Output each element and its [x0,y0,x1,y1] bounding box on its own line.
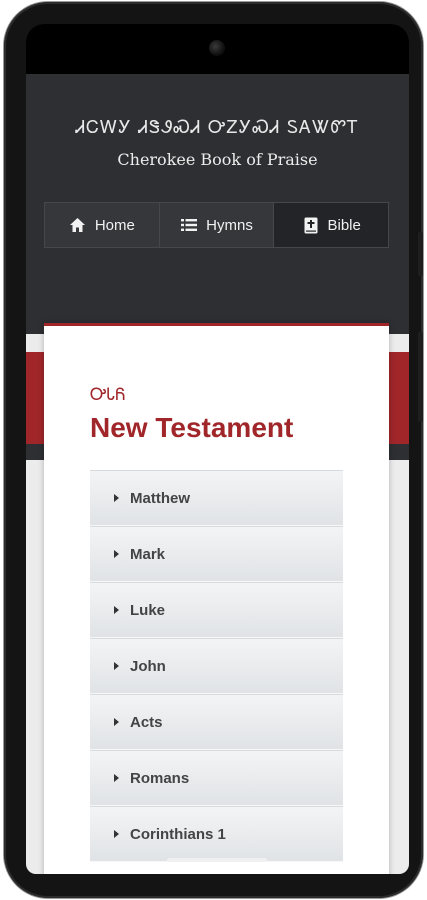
caret-right-icon [114,494,119,502]
bible-icon [302,216,320,234]
caret-right-icon [114,606,119,614]
caret-right-icon [114,774,119,782]
content-card: ᎤᏓᏲ New Testament Matthew Mark Luke John… [44,323,389,874]
home-gesture-bar[interactable] [167,858,267,862]
camera-icon [209,40,225,56]
caret-right-icon [114,830,119,838]
book-item-john[interactable]: John [90,638,343,694]
volume-button [418,332,423,422]
main-nav: Home Hymns Bible [44,202,389,248]
nav-bible[interactable]: Bible [274,203,389,247]
nav-bible-label: Bible [327,216,361,234]
power-button [418,232,423,276]
nav-home[interactable]: Home [45,203,160,247]
app-title: Cherokee Book of Praise [117,150,318,169]
nav-hymns-label: Hymns [206,216,253,234]
book-label: Romans [130,769,190,787]
list-icon [180,216,198,234]
caret-right-icon [114,550,119,558]
book-item-matthew[interactable]: Matthew [90,470,343,526]
caret-right-icon [114,662,119,670]
caret-right-icon [114,718,119,726]
phone-frame: ᏗᏟᎳᎩ ᏗᏕᏭᏍᏗ ᎤᏃᎩᏍᏗ ᏚᎪᏔᏛᎢ Cherokee Book of … [4,2,423,898]
book-label: Luke [130,601,166,619]
nav-hymns[interactable]: Hymns [160,203,275,247]
screen: ᏗᏟᎳᎩ ᏗᏕᏭᏍᏗ ᎤᏃᎩᏍᏗ ᏚᎪᏔᏛᎢ Cherokee Book of … [26,24,409,874]
nav-home-label: Home [94,216,135,234]
book-item-mark[interactable]: Mark [90,526,343,582]
book-list: Matthew Mark Luke John Acts Romans Corin… [90,470,343,862]
book-item-luke[interactable]: Luke [90,582,343,638]
status-bar [26,24,409,74]
app-title-cherokee: ᏗᏟᎳᎩ ᏗᏕᏭᏍᏗ ᎤᏃᎩᏍᏗ ᏚᎪᏔᏛᎢ [75,117,360,138]
book-label: Matthew [130,489,190,507]
book-item-corinthians-1[interactable]: Corinthians 1 [90,806,343,862]
book-item-romans[interactable]: Romans [90,750,343,806]
app-header: ᏗᏟᎳᎩ ᏗᏕᏭᏍᏗ ᎤᏃᎩᏍᏗ ᏚᎪᏔᏛᎢ Cherokee Book of … [26,74,409,334]
book-label: Corinthians 1 [130,825,226,843]
book-item-acts[interactable]: Acts [90,694,343,750]
book-label: John [130,657,166,675]
book-label: Mark [130,545,166,563]
home-icon [69,216,87,234]
book-label: Acts [130,713,163,731]
section-title-cherokee: ᎤᏓᏲ [90,385,126,405]
section-title: New Testament [90,412,294,443]
